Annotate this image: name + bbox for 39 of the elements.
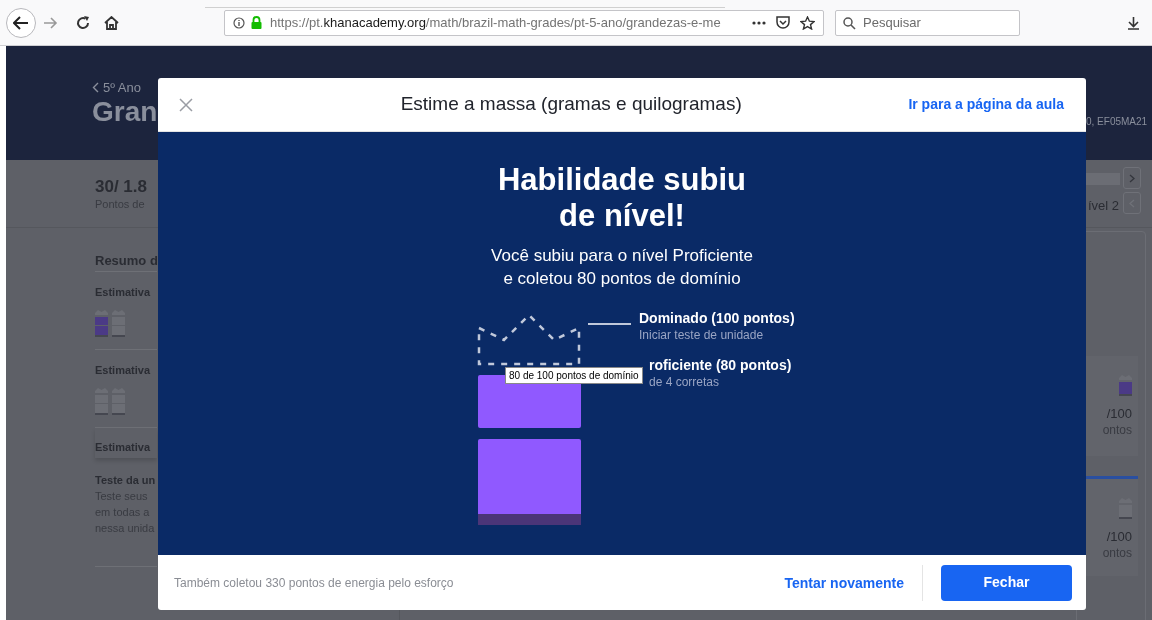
download-icon[interactable] [1127, 15, 1140, 30]
chevron-left-icon[interactable] [92, 82, 99, 94]
standards-text: 0, EF05MA21 [1086, 115, 1148, 129]
score-text: /100 [1106, 529, 1132, 545]
home-icon[interactable] [104, 15, 119, 30]
leader-line [588, 323, 631, 325]
headline: Habilidade subiu [498, 162, 746, 198]
message-text: Você subiu para o nível Proficiente [491, 245, 753, 267]
level-label: roficiente (80 pontos) [649, 356, 792, 374]
breadcrumb-link[interactable]: 5º Ano [103, 78, 141, 98]
level-label: Dominado (100 pontos) [639, 309, 795, 327]
chevron-right-icon [1129, 173, 1135, 183]
lock-icon [251, 16, 262, 29]
more-icon[interactable] [752, 20, 766, 25]
back-button[interactable] [6, 7, 36, 38]
headline: de nível! [559, 198, 685, 234]
close-button[interactable] [178, 96, 194, 113]
url-text: https://pt.khanacademy.org/math/brazil-math-grades/pt-5-ano/grandezas-e-me [270, 13, 721, 32]
close-icon [179, 97, 193, 112]
message-text: e coletou 80 pontos de domínio [503, 268, 741, 290]
back-icon [13, 15, 29, 30]
level-detail: de 4 corretas [649, 374, 721, 390]
footer-note: Também coletou 330 pontos de energia pelo esforço [174, 574, 455, 592]
page-title: Gran [92, 95, 158, 129]
lesson-link[interactable]: Ir para a página da aula [908, 94, 1064, 115]
search-icon [843, 16, 856, 30]
pocket-icon[interactable] [776, 16, 790, 29]
score-text: /100 [1106, 406, 1132, 422]
info-icon[interactable] [233, 16, 245, 29]
modal-title: Estime a massa (gramas e quilogramas) [399, 92, 743, 117]
retry-link[interactable]: Tentar novamente [784, 564, 923, 601]
close-dialog-button[interactable]: Fechar [941, 564, 1072, 601]
star-icon[interactable] [800, 15, 815, 30]
search-field[interactable]: Pesquisar [835, 9, 1020, 36]
forward-icon[interactable] [44, 16, 58, 29]
tooltip: 80 de 100 pontos de domínio [505, 367, 643, 384]
address-bar[interactable]: https://pt.khanacademy.org/math/brazil-math-grades/pt-5-ano/grandezas-e-me [224, 9, 824, 36]
reload-icon[interactable] [76, 15, 90, 30]
level-detail: Iniciar teste de unidade [639, 327, 765, 343]
